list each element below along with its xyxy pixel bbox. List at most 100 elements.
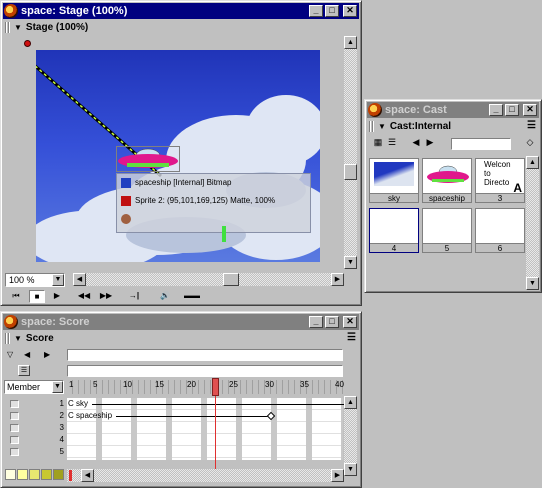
play-button[interactable]: ▶: [51, 290, 63, 303]
panel-menu-icon[interactable]: ☰: [347, 332, 356, 343]
score-vertical-scrollbar[interactable]: ▲ ▼: [344, 396, 357, 476]
frame-number: 35: [300, 380, 309, 389]
list-view-icon[interactable]: ☰: [385, 137, 399, 149]
previous-marker-icon[interactable]: ◀: [24, 350, 30, 359]
cast-vertical-scrollbar[interactable]: ▲ ▼: [526, 156, 539, 290]
maximize-button[interactable]: □: [505, 104, 519, 116]
minimize-button[interactable]: _: [309, 5, 323, 17]
frame-rate-button[interactable]: ▬▬: [183, 290, 201, 303]
sprite-end-keyframe-icon[interactable]: [266, 411, 276, 421]
cast-member-label: 6: [476, 243, 524, 253]
scroll-right-arrow-icon[interactable]: ▶: [331, 469, 344, 482]
collapse-triangle-icon[interactable]: ▼: [378, 122, 386, 131]
scroll-up-arrow-icon[interactable]: ▲: [526, 156, 539, 169]
channel-header[interactable]: 2: [7, 410, 70, 422]
rewind-button[interactable]: ⏮: [9, 290, 23, 303]
color-swatch[interactable]: [41, 469, 52, 480]
cast-member-spaceship[interactable]: spaceship: [422, 158, 472, 203]
channel-mute-toggle[interactable]: [10, 448, 19, 456]
maximize-button[interactable]: □: [325, 5, 339, 17]
scroll-down-arrow-icon[interactable]: ▼: [344, 256, 357, 269]
maximize-button[interactable]: □: [325, 316, 339, 328]
cast-member-empty[interactable]: 4: [369, 208, 419, 253]
score-panel-header[interactable]: ▼ Score ☰: [3, 331, 359, 346]
frame-number: 15: [155, 380, 164, 389]
channel-mute-toggle[interactable]: [10, 412, 19, 420]
volume-button[interactable]: 🔊: [155, 290, 175, 303]
member-name-field[interactable]: [451, 138, 511, 150]
scroll-left-arrow-icon[interactable]: ◀: [73, 273, 86, 286]
stage-vertical-scrollbar[interactable]: ▲ ▼: [344, 36, 357, 269]
marker-channel[interactable]: [67, 349, 343, 361]
loop-playback-button[interactable]: →|: [125, 290, 143, 303]
cast-member-empty[interactable]: 6: [475, 208, 525, 253]
cast-title-bar[interactable]: space: Cast _ □ ✕: [367, 102, 539, 118]
channel-toggle-icon[interactable]: ☰: [18, 365, 30, 376]
channel-header[interactable]: 3: [7, 422, 70, 434]
cast-member-label: sky: [370, 193, 418, 203]
cast-member-empty[interactable]: 5: [422, 208, 472, 253]
frame-number-ruler[interactable]: 1 5 10 15 20 25 30 35 40: [67, 378, 344, 396]
scroll-down-arrow-icon[interactable]: ▼: [526, 277, 539, 290]
cast-member-sky[interactable]: sky: [369, 158, 419, 203]
close-button[interactable]: ✕: [523, 104, 537, 116]
panel-grip-icon[interactable]: [5, 333, 11, 344]
cast-panel-header[interactable]: ▼ Cast:Internal ☰: [367, 119, 539, 134]
next-member-icon[interactable]: ▶: [423, 137, 437, 149]
next-marker-icon[interactable]: ▶: [44, 350, 50, 359]
panel-grip-icon[interactable]: [369, 121, 375, 132]
step-backward-button[interactable]: ◀◀: [75, 290, 93, 303]
panel-grip-icon[interactable]: [5, 22, 11, 33]
channel-mute-toggle[interactable]: [10, 436, 19, 444]
path-start-point[interactable]: [24, 40, 31, 47]
close-button[interactable]: ✕: [343, 316, 357, 328]
close-button[interactable]: ✕: [343, 5, 357, 17]
stage-horizontal-scrollbar[interactable]: ◀ ▶: [73, 273, 344, 286]
collapse-triangle-icon[interactable]: ▼: [14, 23, 22, 32]
spaceship-sprite[interactable]: [116, 146, 180, 172]
channel-header[interactable]: 4: [7, 434, 70, 446]
thumbnail-view-icon[interactable]: ▦: [371, 137, 385, 149]
stage-viewport[interactable]: spaceship [Internal] Bitmap Sprite 2: (9…: [4, 36, 344, 269]
scroll-up-arrow-icon[interactable]: ▲: [344, 396, 357, 409]
color-swatch[interactable]: [17, 469, 28, 480]
channel-header[interactable]: 1: [7, 398, 70, 410]
previous-member-icon[interactable]: ◀: [409, 137, 423, 149]
color-swatch[interactable]: [53, 469, 64, 480]
collapse-triangle-icon[interactable]: ▼: [14, 334, 22, 343]
zoom-field[interactable]: 100 % ▼: [5, 273, 65, 287]
scroll-thumb[interactable]: [344, 164, 357, 180]
playhead-handle[interactable]: [212, 378, 219, 396]
sprite-span-sky[interactable]: C sky: [68, 399, 344, 409]
marker-icon[interactable]: ▽: [7, 350, 13, 359]
minimize-button[interactable]: _: [309, 316, 323, 328]
minimize-button[interactable]: _: [489, 104, 503, 116]
dropdown-arrow-icon[interactable]: ▼: [52, 381, 63, 393]
stage-canvas[interactable]: spaceship [Internal] Bitmap Sprite 2: (9…: [36, 50, 320, 262]
color-swatch[interactable]: [29, 469, 40, 480]
display-mode-select[interactable]: Member ▼: [4, 380, 64, 394]
stage-panel-header[interactable]: ▼ Stage (100%): [3, 20, 359, 35]
scroll-thumb[interactable]: [223, 273, 239, 286]
stop-button[interactable]: ■: [29, 290, 45, 303]
zoom-dropdown-arrow-icon[interactable]: ▼: [52, 274, 64, 286]
stage-title-bar[interactable]: space: Stage (100%) _ □ ✕: [3, 3, 359, 19]
scroll-right-arrow-icon[interactable]: ▶: [331, 273, 344, 286]
channel-mute-toggle[interactable]: [10, 424, 19, 432]
score-title-bar[interactable]: space: Score _ □ ✕: [3, 314, 359, 330]
score-horizontal-scrollbar[interactable]: ◀ ▶: [67, 469, 344, 482]
channel-header[interactable]: 5: [7, 446, 70, 458]
scroll-left-arrow-icon[interactable]: ◀: [81, 469, 94, 482]
scroll-up-arrow-icon[interactable]: ▲: [344, 36, 357, 49]
cast-toolbar: ▦ ☰ ◀ ▶ ◇: [367, 137, 539, 153]
sprite-span-spaceship[interactable]: C spaceship: [68, 411, 276, 421]
channel-mute-toggle[interactable]: [10, 400, 19, 408]
scroll-down-arrow-icon[interactable]: ▼: [344, 463, 357, 476]
cast-info-icon[interactable]: ◇: [523, 137, 537, 149]
score-marker-row: ▽ ◀ ▶: [4, 348, 344, 363]
script-channel[interactable]: [67, 365, 343, 377]
cast-member-text[interactable]: Welcon to Directo A 3: [475, 158, 525, 203]
step-forward-button[interactable]: ▶▶: [97, 290, 115, 303]
color-swatch[interactable]: [5, 469, 16, 480]
panel-menu-icon[interactable]: ☰: [527, 120, 536, 131]
